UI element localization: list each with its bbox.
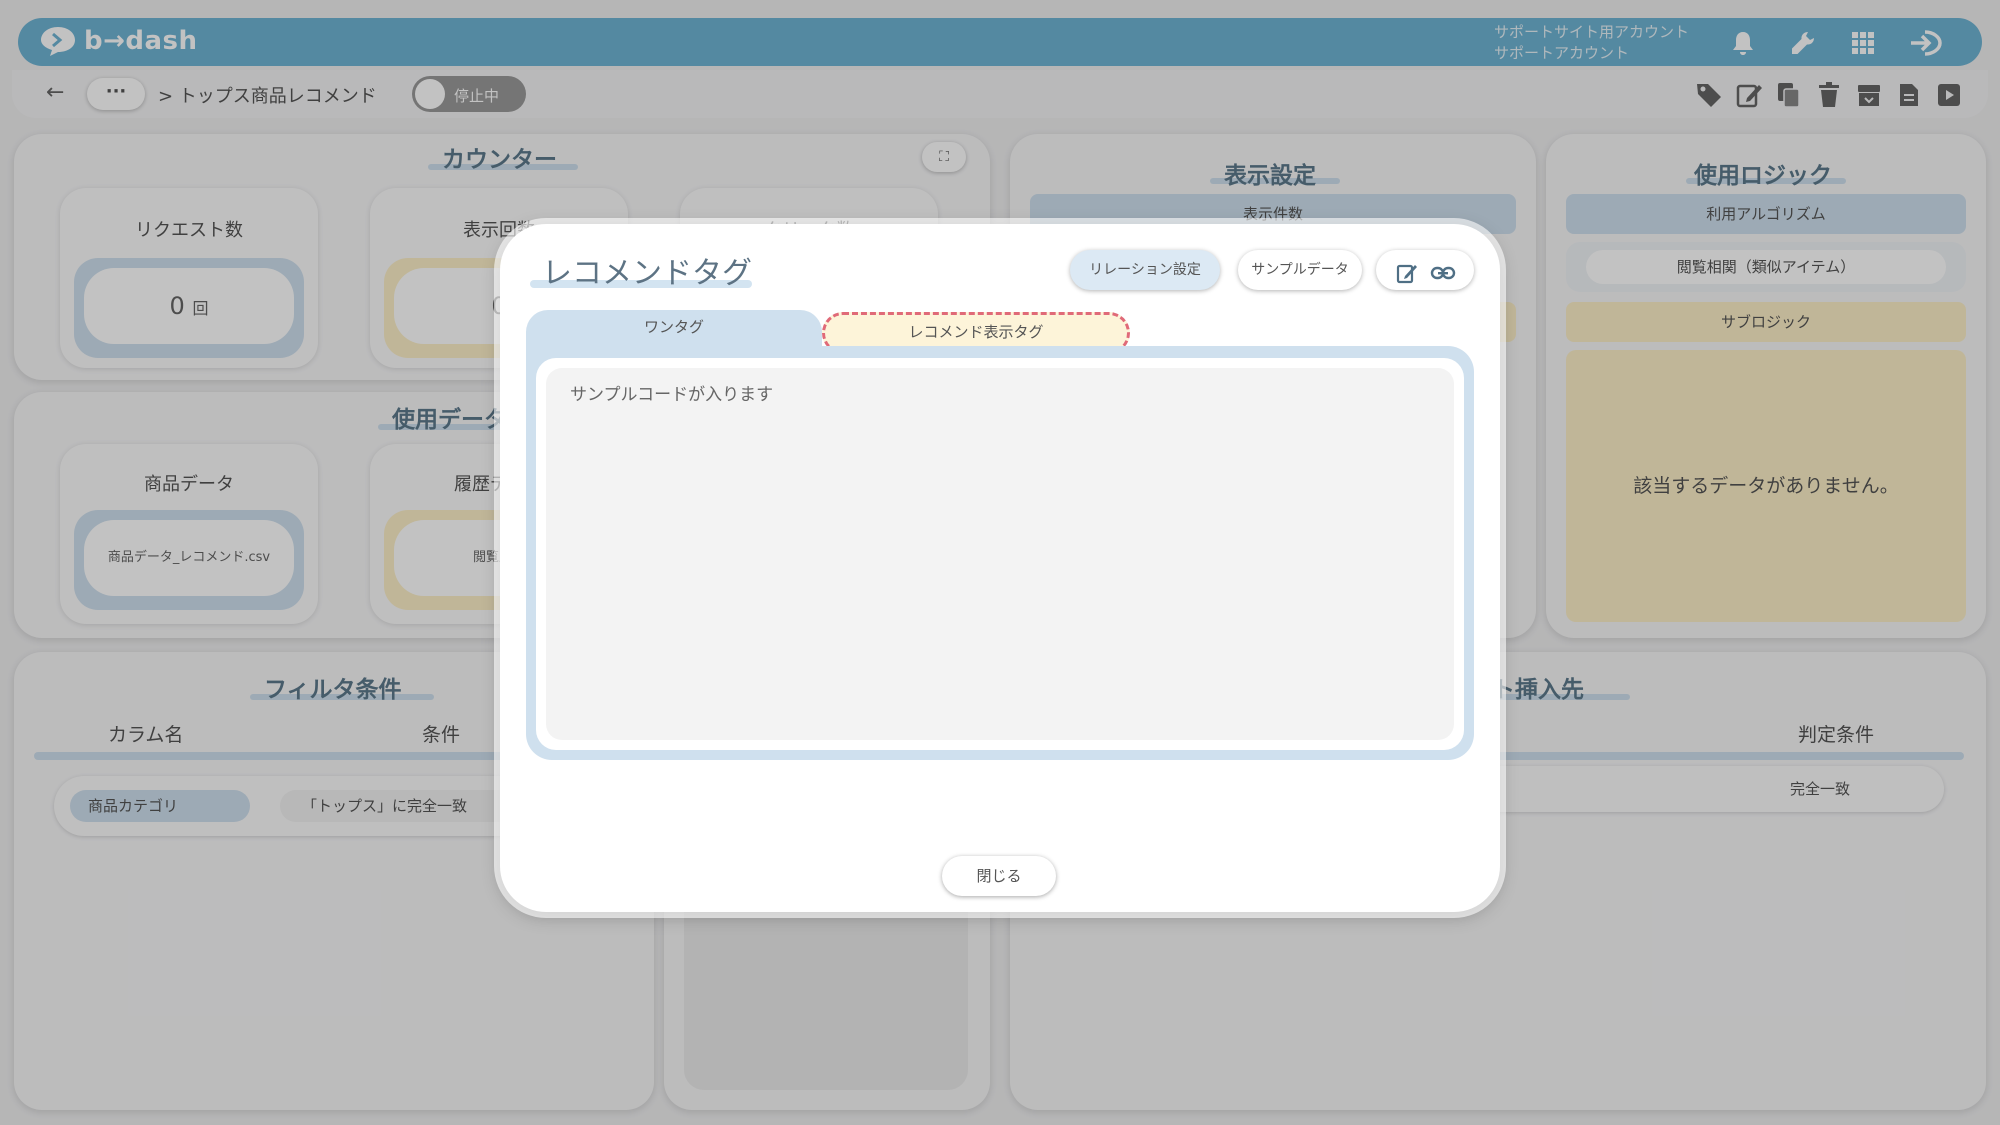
- link-icon[interactable]: [1430, 260, 1456, 300]
- edit-icon[interactable]: [1396, 260, 1418, 300]
- close-button[interactable]: 閉じる: [942, 856, 1056, 896]
- sample-code-area[interactable]: サンプルコードが入ります: [546, 368, 1454, 740]
- sample-data-button[interactable]: サンプルデータ: [1238, 250, 1362, 290]
- modal-title: レコメンドタグ: [542, 256, 752, 291]
- modal-icon-group: [1376, 250, 1474, 290]
- relation-settings-button[interactable]: リレーション設定: [1070, 250, 1220, 290]
- code-frame: サンプルコードが入ります: [526, 346, 1474, 760]
- recommend-tag-modal: レコメンドタグ リレーション設定 サンプルデータ ワンタグ レコメンド表示タグ …: [500, 224, 1500, 912]
